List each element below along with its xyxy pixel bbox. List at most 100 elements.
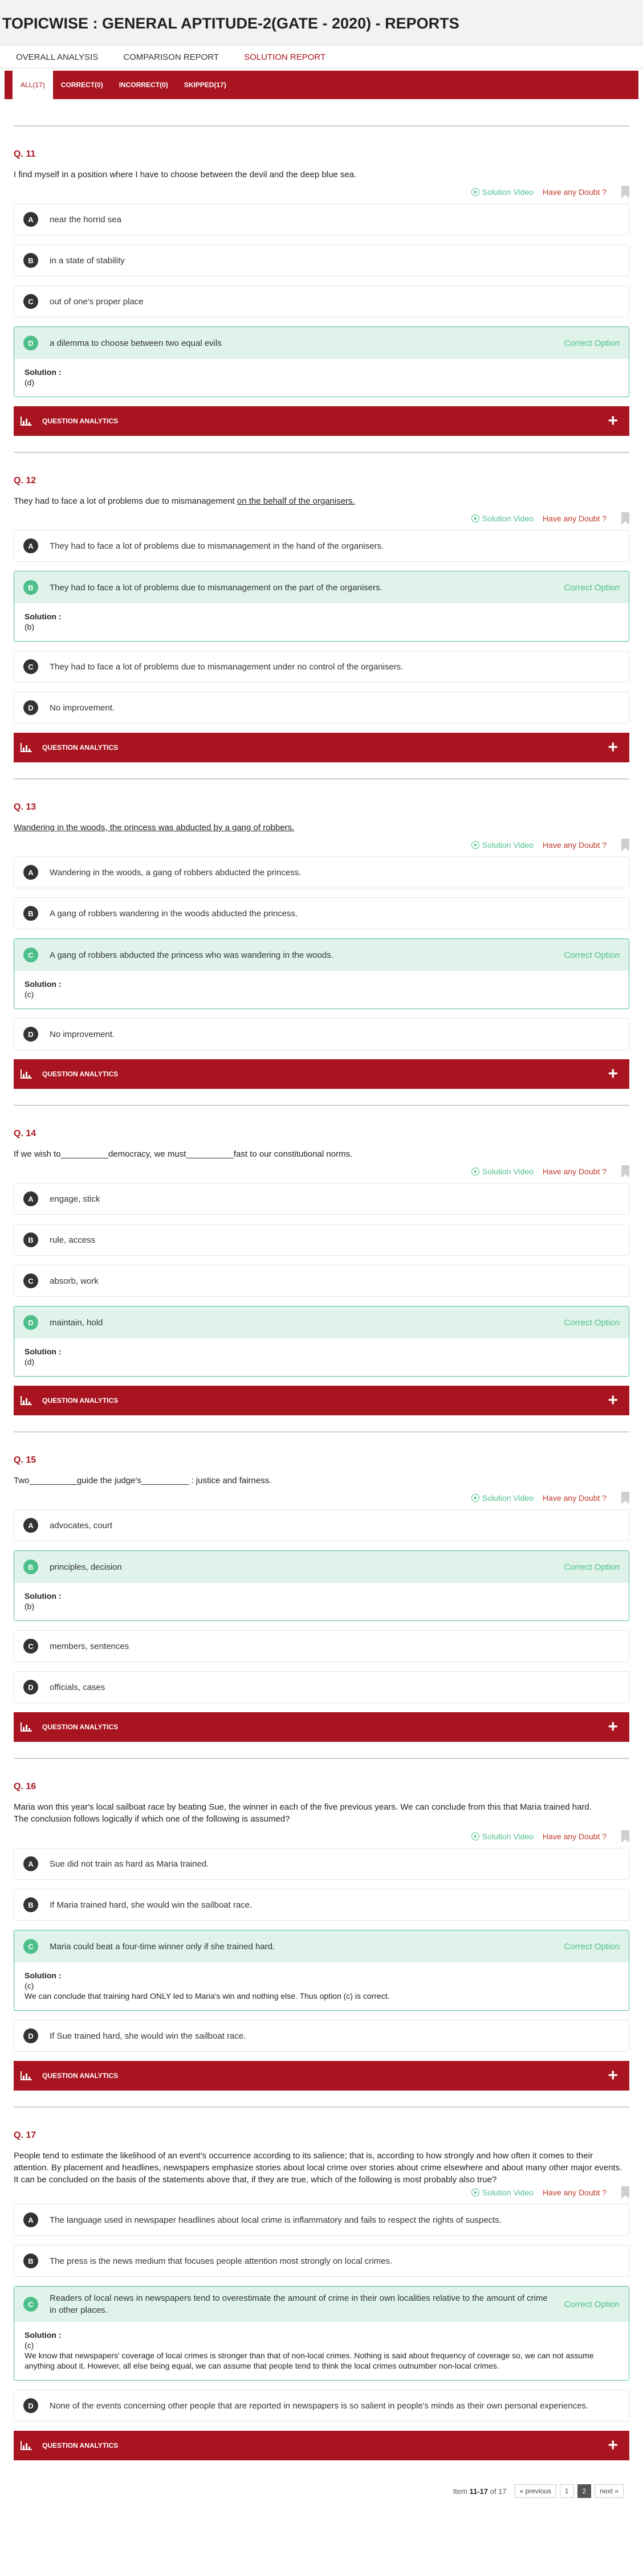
option-b[interactable]: B They had to face a lot of problems due … bbox=[14, 571, 629, 603]
option-a[interactable]: Anear the horrid sea bbox=[14, 203, 629, 235]
filter-correct[interactable]: CORRECT(0) bbox=[53, 71, 111, 99]
page-1-button[interactable]: 1 bbox=[559, 2484, 574, 2498]
expand-plus-icon[interactable]: + bbox=[608, 413, 618, 430]
question-analytics-bar[interactable]: QUESTION ANALYTICS + bbox=[14, 1059, 629, 1089]
option-a[interactable]: Aengage, stick bbox=[14, 1183, 629, 1215]
bookmark-icon[interactable] bbox=[621, 1492, 629, 1504]
option-a[interactable]: A Sue did not train as hard as Maria trai… bbox=[14, 1848, 629, 1880]
solution-video-label: Solution Video bbox=[482, 840, 534, 850]
question-block: Q. 16 Maria won this year's local sailbo… bbox=[14, 1758, 629, 2091]
bookmark-icon[interactable] bbox=[621, 186, 629, 198]
option-c[interactable]: C A gang of robbers abducted the princess… bbox=[14, 939, 629, 971]
option-d[interactable]: D If Sue trained hard, she would win the … bbox=[14, 2020, 629, 2052]
option-b[interactable]: B If Maria trained hard, she would win th… bbox=[14, 1889, 629, 1921]
solution-text: (b) bbox=[25, 622, 35, 631]
option-b[interactable]: Bprinciples, decision Correct Option bbox=[14, 1551, 629, 1583]
question-analytics-bar[interactable]: QUESTION ANALYTICS + bbox=[14, 1712, 629, 1742]
doubt-link[interactable]: Have any Doubt ? bbox=[543, 1832, 607, 1841]
play-icon bbox=[471, 515, 479, 522]
doubt-link[interactable]: Have any Doubt ? bbox=[543, 2188, 607, 2197]
correct-option-label: Correct Option bbox=[564, 582, 620, 593]
expand-plus-icon[interactable]: + bbox=[608, 1718, 618, 1736]
solution-video-label: Solution Video bbox=[482, 1493, 534, 1503]
option-c[interactable]: Cabsorb, work bbox=[14, 1265, 629, 1297]
next-page-button[interactable]: next » bbox=[595, 2484, 624, 2498]
question-text-line: People tend to estimate the likelihood o… bbox=[14, 2151, 622, 2173]
option-b[interactable]: Bin a state of stability bbox=[14, 244, 629, 276]
tab-solution-report[interactable]: SOLUTION REPORT bbox=[244, 52, 325, 68]
solution-video-label: Solution Video bbox=[482, 1832, 534, 1841]
option-d[interactable]: Dmaintain, hold Correct Option bbox=[14, 1307, 629, 1338]
question-analytics-bar[interactable]: QUESTION ANALYTICS + bbox=[14, 406, 629, 436]
doubt-link[interactable]: Have any Doubt ? bbox=[543, 1167, 607, 1176]
option-text: None of the events concerning other peop… bbox=[50, 2401, 589, 2411]
tab-overall-analysis[interactable]: OVERALL ANALYSIS bbox=[16, 52, 98, 68]
solution-video-link[interactable]: Solution Video bbox=[471, 2188, 534, 2197]
bookmark-icon[interactable] bbox=[621, 1165, 629, 1178]
solution-label: Solution : bbox=[25, 1347, 62, 1356]
solution-panel: Solution : (c) We can conclude that trai… bbox=[14, 1962, 629, 2010]
filter-skipped[interactable]: SKIPPED(17) bbox=[176, 71, 234, 99]
question-analytics-bar[interactable]: QUESTION ANALYTICS + bbox=[14, 2431, 629, 2460]
bookmark-icon[interactable] bbox=[621, 2186, 629, 2199]
filter-incorrect[interactable]: INCORRECT(0) bbox=[111, 71, 176, 99]
expand-plus-icon[interactable]: + bbox=[608, 739, 618, 756]
option-a[interactable]: A They had to face a lot of problems due … bbox=[14, 530, 629, 562]
doubt-link[interactable]: Have any Doubt ? bbox=[543, 1493, 607, 1503]
option-c[interactable]: C They had to face a lot of problems due … bbox=[14, 651, 629, 683]
option-d[interactable]: D No improvement. bbox=[14, 692, 629, 724]
option-a[interactable]: Aadvocates, court bbox=[14, 1509, 629, 1541]
solution-text: (c) bbox=[25, 1981, 34, 1990]
expand-plus-icon[interactable]: + bbox=[608, 1065, 618, 1083]
option-d[interactable]: D None of the events concerning other peo… bbox=[14, 2390, 629, 2422]
expand-plus-icon[interactable]: + bbox=[608, 2067, 618, 2084]
solution-text: (c) bbox=[25, 2341, 34, 2350]
option-b[interactable]: B A gang of robbers wandering in the wood… bbox=[14, 897, 629, 929]
page-2-button[interactable]: 2 bbox=[577, 2484, 592, 2498]
option-a[interactable]: A Wandering in the woods, a gang of robbe… bbox=[14, 856, 629, 888]
option-d[interactable]: Dofficials, cases bbox=[14, 1671, 629, 1703]
bookmark-icon[interactable] bbox=[621, 839, 629, 851]
option-a[interactable]: A The language used in newspaper headline… bbox=[14, 2204, 629, 2236]
question-analytics-bar[interactable]: QUESTION ANALYTICS + bbox=[14, 2061, 629, 2091]
bookmark-icon[interactable] bbox=[621, 512, 629, 525]
question-analytics-bar[interactable]: QUESTION ANALYTICS + bbox=[14, 1386, 629, 1415]
option-c[interactable]: C Readers of local news in newspapers ten… bbox=[14, 2287, 629, 2322]
correct-option-block: C Readers of local news in newspapers ten… bbox=[14, 2286, 629, 2381]
option-b[interactable]: B The press is the news medium that focus… bbox=[14, 2245, 629, 2277]
expand-plus-icon[interactable]: + bbox=[608, 1392, 618, 1409]
correct-option-block: B They had to face a lot of problems due … bbox=[14, 571, 629, 642]
bar-chart-icon bbox=[21, 2071, 32, 2080]
solution-video-link[interactable]: Solution Video bbox=[471, 840, 534, 850]
solution-video-link[interactable]: Solution Video bbox=[471, 1832, 534, 1841]
question-list: Q. 11 I find myself in a position where … bbox=[0, 125, 643, 2515]
solution-video-label: Solution Video bbox=[482, 2188, 534, 2197]
doubt-link[interactable]: Have any Doubt ? bbox=[543, 187, 607, 197]
doubt-link[interactable]: Have any Doubt ? bbox=[543, 514, 607, 523]
question-analytics-bar[interactable]: QUESTION ANALYTICS + bbox=[14, 733, 629, 762]
play-icon bbox=[471, 188, 479, 196]
filter-all[interactable]: ALL(17) bbox=[13, 71, 53, 99]
doubt-link[interactable]: Have any Doubt ? bbox=[543, 840, 607, 850]
correct-option-block: Dmaintain, hold Correct Option Solution :… bbox=[14, 1306, 629, 1377]
solution-video-link[interactable]: Solution Video bbox=[471, 1167, 534, 1176]
option-c[interactable]: Cout of one's proper place bbox=[14, 285, 629, 317]
correct-option-label: Correct Option bbox=[564, 1562, 620, 1572]
option-c[interactable]: Cmembers, sentences bbox=[14, 1630, 629, 1662]
solution-video-link[interactable]: Solution Video bbox=[471, 514, 534, 523]
option-d[interactable]: Da dilemma to choose between two equal e… bbox=[14, 327, 629, 359]
option-text: They had to face a lot of problems due t… bbox=[50, 582, 382, 593]
solution-video-link[interactable]: Solution Video bbox=[471, 1493, 534, 1503]
expand-plus-icon[interactable]: + bbox=[608, 2437, 618, 2454]
tab-comparison-report[interactable]: COMPARISON REPORT bbox=[123, 52, 219, 68]
solution-text: (d) bbox=[25, 378, 35, 387]
option-c[interactable]: C Maria could beat a four-time winner onl… bbox=[14, 1930, 629, 1962]
question-text-line: The conclusion follows logically if whic… bbox=[14, 1814, 290, 1824]
option-d[interactable]: D No improvement. bbox=[14, 1018, 629, 1050]
previous-page-button[interactable]: « previous bbox=[514, 2484, 556, 2498]
solution-video-link[interactable]: Solution Video bbox=[471, 187, 534, 197]
solution-explanation: We can conclude that training hard ONLY … bbox=[25, 1991, 390, 2001]
bookmark-icon[interactable] bbox=[621, 1830, 629, 1843]
solution-panel: Solution : (b) bbox=[14, 1583, 629, 1620]
option-b[interactable]: Brule, access bbox=[14, 1224, 629, 1256]
